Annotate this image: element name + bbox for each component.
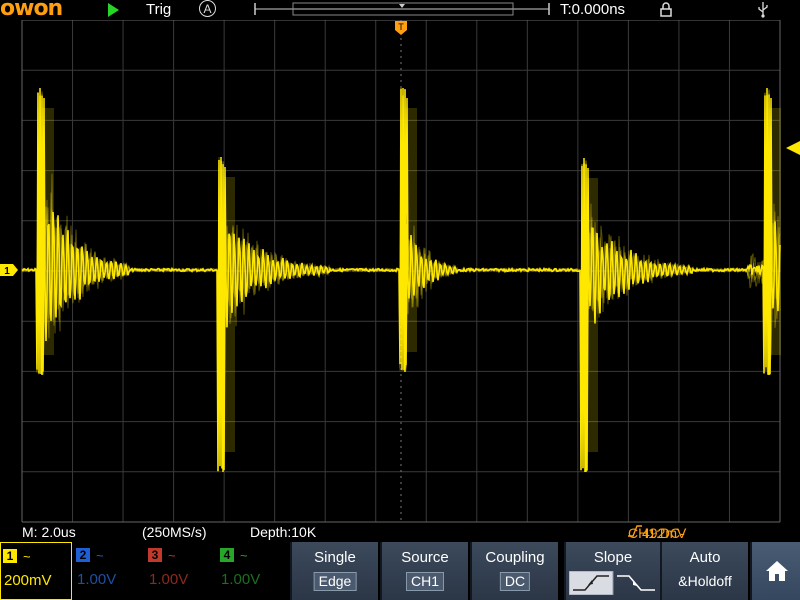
channel-4-badge: 4: [220, 548, 234, 562]
trace-envelope: [405, 108, 417, 352]
channel-1-volts: 200mV: [4, 572, 52, 589]
brand-logo: owon: [0, 0, 63, 21]
trigger-type-button[interactable]: Single Edge: [290, 542, 378, 600]
channel-2-badge: 2: [76, 548, 90, 562]
channel-4-panel[interactable]: 4 ~ 1.00V: [218, 542, 288, 600]
trigger-level-value: 492mV: [642, 525, 687, 541]
trigger-slope-button[interactable]: Slope: [564, 542, 660, 600]
channel-1-trace: [21, 87, 781, 473]
svg-text:T: T: [398, 22, 404, 32]
top-status-bar: owon Trig A T:0.000ns: [0, 0, 800, 21]
trigger-mode-holdoff-button[interactable]: Auto &Holdoff: [660, 542, 748, 600]
trigger-status: Trig: [146, 1, 172, 18]
trigger-readout: CH1:DC- 492mV: [628, 524, 686, 541]
trigger-mode-title: Auto: [689, 549, 721, 566]
trace-envelope: [223, 177, 235, 452]
acquisition-status-line: M: 2.0us (250MS/s) Depth:10K CH1:DC- 492…: [0, 523, 800, 543]
channel-1-coupling: ~: [23, 549, 31, 564]
sample-rate-readout: (250MS/s): [142, 524, 207, 540]
trigger-type-value: Edge: [313, 572, 357, 591]
play-icon[interactable]: [108, 3, 119, 17]
channel-1-badge: 1: [3, 549, 17, 563]
channel-3-panel[interactable]: 3 ~ 1.00V: [146, 542, 216, 600]
trace-envelope: [769, 108, 781, 355]
channel-3-badge: 3: [148, 548, 162, 562]
memory-position-bar[interactable]: [254, 2, 550, 16]
channel-4-volts: 1.00V: [221, 571, 261, 588]
memory-marker-icon: [399, 4, 405, 8]
memory-depth-readout: Depth:10K: [250, 524, 317, 540]
trigger-coupling-title: Coupling: [485, 549, 545, 566]
trace-envelope: [42, 108, 54, 355]
channel-2-panel[interactable]: 2 ~ 1.00V: [74, 542, 144, 600]
channel-3-volts: 1.00V: [149, 571, 189, 588]
channel-1-panel[interactable]: 1 ~ 200mV: [0, 542, 72, 600]
trigger-source-title: Source: [401, 549, 449, 566]
lock-icon: [660, 2, 672, 17]
waveform-canvas: T 1: [0, 20, 800, 523]
trigger-source-value: CH1: [405, 572, 445, 591]
channel-2-coupling: ~: [96, 548, 104, 563]
channel-3-coupling: ~: [168, 548, 176, 563]
channel-2-volts: 1.00V: [77, 571, 117, 588]
channel-4-coupling: ~: [240, 548, 248, 563]
bottom-menu-bar: 1 ~ 200mV 2 ~ 1.00V 3 ~ 1.00V 4 ~ 1.00V …: [0, 542, 800, 600]
trigger-time: T:0.000ns: [560, 1, 626, 18]
trigger-position-marker[interactable]: T: [395, 21, 407, 35]
svg-text:1: 1: [4, 266, 10, 277]
waveform-display[interactable]: T 1: [0, 20, 800, 524]
holdoff-label: &Holdoff: [678, 573, 732, 589]
home-icon: [766, 561, 788, 581]
channel-1-ground-marker[interactable]: 1: [0, 264, 18, 277]
trigger-coupling-value: DC: [499, 572, 531, 591]
trigger-level-marker[interactable]: [786, 141, 800, 155]
trigger-mode-icon: A: [199, 0, 216, 17]
trace-envelope: [586, 178, 598, 452]
home-button[interactable]: [750, 542, 800, 600]
falling-slope-icon: [617, 575, 655, 591]
timebase-readout[interactable]: M: 2.0us: [22, 524, 76, 540]
trigger-slope-title: Slope: [593, 549, 633, 566]
trigger-coupling-button[interactable]: Coupling DC: [470, 542, 558, 600]
trigger-source-button[interactable]: Source CH1: [380, 542, 468, 600]
usb-icon: [758, 2, 768, 18]
slope-selector[interactable]: [569, 571, 657, 595]
trigger-type-title: Single: [314, 549, 356, 566]
